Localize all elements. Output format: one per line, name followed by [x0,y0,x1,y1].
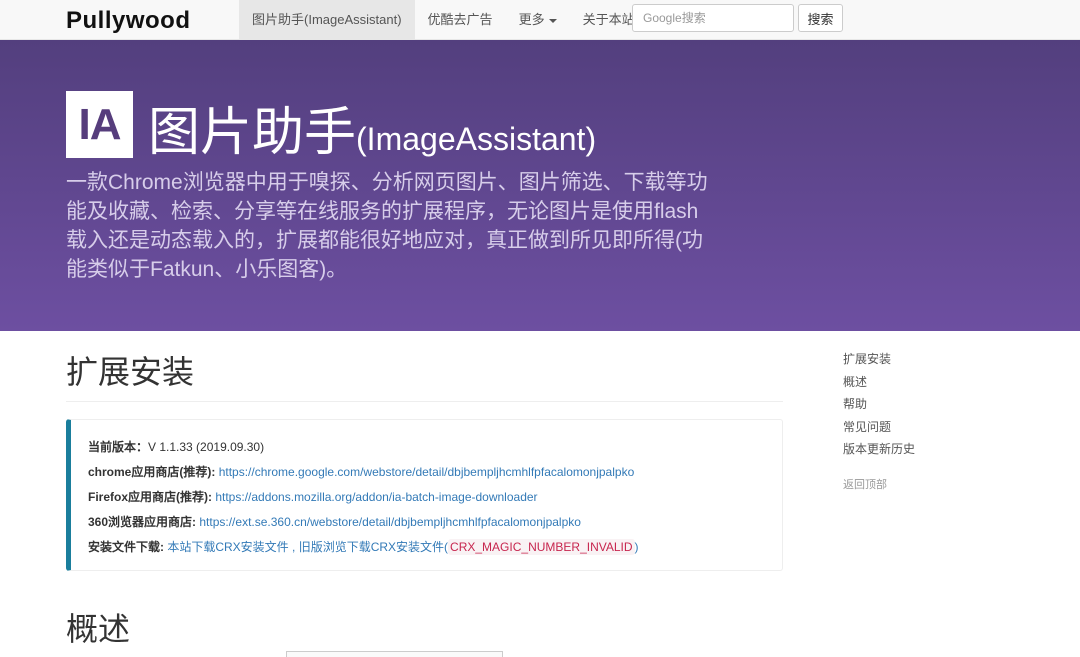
search-form: 搜索 [632,4,843,32]
version-value: V 1.1.33 (2019.09.30) [148,440,265,454]
main-nav: 图片助手(ImageAssistant) 优酷去广告 更多 关于本站 [239,0,648,40]
caret-down-icon [548,18,557,23]
crx-download-link[interactable]: 本站下载CRX安装文件 [167,540,288,554]
ia-logo-text: IA [78,99,122,149]
360-store-row: 360浏览器应用商店: https://ext.se.360.cn/websto… [88,510,766,535]
version-row: 当前版本：V 1.1.33 (2019.09.30) [88,435,766,460]
hero-banner: IA 图片助手(ImageAssistant) 一款Chrome浏览器中用于嗅探… [0,40,1080,331]
back-to-top-link[interactable]: 返回顶部 [843,476,915,492]
main-content: 扩展安装 当前版本：V 1.1.33 (2019.09.30) chrome应用… [66,331,783,657]
paren-close: ) [634,540,639,554]
firefox-store-link[interactable]: https://addons.mozilla.org/addon/ia-batc… [215,490,537,504]
brand-text: Pullywood [66,7,191,34]
chrome-store-link[interactable]: https://chrome.google.com/webstore/detai… [219,465,635,479]
360-store-link[interactable]: https://ext.se.360.cn/webstore/detail/db… [199,515,581,529]
title-chinese: 图片助手 [148,104,357,162]
chrome-store-row: chrome应用商店(推荐): https://chrome.google.co… [88,460,766,485]
nav-item-youku-adblock[interactable]: 优酷去广告 [415,0,506,40]
overview-heading: 概述 [66,588,783,657]
firefox-store-row: Firefox应用商店(推荐): https://addons.mozilla.… [88,485,766,510]
side-link-help[interactable]: 帮助 [843,393,915,416]
page-title: 图片助手(ImageAssistant) [148,90,596,165]
overview-screenshot [286,651,503,657]
search-button[interactable]: 搜索 [798,4,843,32]
install-heading: 扩展安装 [66,331,783,402]
nav-item-more-label: 更多 [518,12,545,27]
pullywood-logo: Pullywood [66,7,191,34]
top-navbar: Pullywood 图片助手(ImageAssistant) 优酷去广告 更多 … [0,0,1080,40]
legacy-crx-download-link[interactable]: 旧版浏览下载CRX安装文件 [299,540,444,554]
360-store-label: 360浏览器应用商店: [88,515,197,529]
chrome-store-label: chrome应用商店(推荐): [88,465,216,479]
search-input[interactable] [632,4,794,32]
side-link-install[interactable]: 扩展安装 [843,348,915,371]
ia-logo: IA [66,91,133,158]
side-link-overview[interactable]: 概述 [843,371,915,394]
error-code: CRX_MAGIC_NUMBER_INVALID [448,539,635,555]
file-download-label: 安装文件下载: [88,540,164,554]
install-callout: 当前版本：V 1.1.33 (2019.09.30) chrome应用商店(推荐… [66,419,783,571]
brand-logo[interactable]: Pullywood [66,6,228,34]
side-link-faq[interactable]: 常见问题 [843,416,915,439]
nav-item-more[interactable]: 更多 [506,0,570,40]
firefox-store-label: Firefox应用商店(推荐): [88,490,212,504]
hero-description: 一款Chrome浏览器中用于嗅探、分析网页图片、图片筛选、下载等功能及收藏、检索… [66,171,708,281]
title-english: (ImageAssistant) [356,121,597,157]
nav-item-imageassistant[interactable]: 图片助手(ImageAssistant) [239,0,415,40]
side-nav: 扩展安装 概述 帮助 常见问题 版本更新历史 返回顶部 [843,348,915,492]
side-link-changelog[interactable]: 版本更新历史 [843,438,915,461]
file-download-row: 安装文件下载: 本站下载CRX安装文件 , 旧版浏览下载CRX安装文件(CRX_… [88,535,766,560]
link-separator: , [288,540,299,554]
version-label: 当前版本： [88,440,149,454]
